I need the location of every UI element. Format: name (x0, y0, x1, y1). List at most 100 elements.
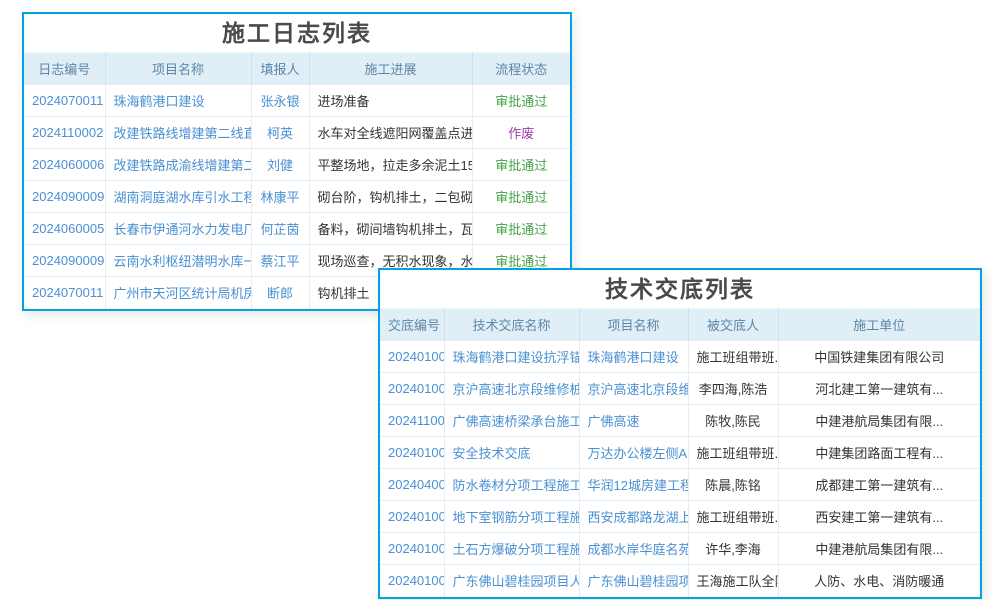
disclosure-name-link[interactable]: 广东佛山碧桂园项目人防... (444, 565, 579, 597)
receivers-text: 许华,李海 (688, 533, 778, 565)
column-header-disclosure-id: 交底编号 (380, 309, 444, 341)
project-name-link[interactable]: 西安成都路龙湖上... (579, 501, 688, 533)
progress-text: 进场准备 (309, 85, 472, 117)
disclosure-name-link[interactable]: 土石方爆破分项工程施工... (444, 533, 579, 565)
project-name-link[interactable]: 改建铁路线增建第二线直... (105, 117, 251, 149)
project-name-link[interactable]: 珠海鹤港口建设 (105, 85, 251, 117)
construction-unit-text: 西安建工第一建筑有... (778, 501, 980, 533)
reporter-link[interactable]: 何芷茵 (251, 213, 309, 245)
receivers-text: 施工班组带班... (688, 437, 778, 469)
table-row: 2024060005长春市伊通河水力发电厂...何芷茵备料，砌间墙钩机排土，瓦.… (24, 213, 570, 245)
progress-text: 砌台阶，钩机排土，二包砌... (309, 181, 472, 213)
table-row: 2024060006改建铁路成渝线增建第二...刘健平整场地，拉走多余泥土15.… (24, 149, 570, 181)
project-name-link[interactable]: 广东佛山碧桂园项目 (579, 565, 688, 597)
reporter-link[interactable]: 柯英 (251, 117, 309, 149)
log-id-link[interactable]: 2024090009 (24, 181, 105, 213)
technical-disclosure-panel: 技术交底列表 交底编号 技术交底名称 项目名称 被交底人 施工单位 202401… (378, 268, 982, 599)
progress-text: 水车对全线遮阳网覆盖点进... (309, 117, 472, 149)
project-name-link[interactable]: 湖南洞庭湖水库引水工程... (105, 181, 251, 213)
construction-unit-text: 中建港航局集团有限... (778, 533, 980, 565)
project-name-link[interactable]: 长春市伊通河水力发电厂... (105, 213, 251, 245)
log-id-link[interactable]: 2024070011 (24, 85, 105, 117)
technical-disclosure-table: 交底编号 技术交底名称 项目名称 被交底人 施工单位 2024010003珠海鹤… (380, 308, 980, 597)
technical-disclosure-title: 技术交底列表 (380, 270, 980, 308)
column-header-progress: 施工进展 (309, 53, 472, 85)
log-id-link[interactable]: 2024090009 (24, 245, 105, 277)
flow-status-badge: 作废 (472, 117, 570, 149)
project-name-link[interactable]: 广州市天河区统计局机房... (105, 277, 251, 309)
page-background: 施工日志列表 日志编号 项目名称 填报人 施工进展 流程状态 202407001… (0, 0, 1000, 600)
disclosure-name-link[interactable]: 防水卷材分项工程施工技... (444, 469, 579, 501)
column-header-project-name: 项目名称 (579, 309, 688, 341)
flow-status-badge: 审批通过 (472, 85, 570, 117)
table-row: 2024090009湖南洞庭湖水库引水工程...林康平砌台阶，钩机排土，二包砌.… (24, 181, 570, 213)
column-header-reporter: 填报人 (251, 53, 309, 85)
project-name-link[interactable]: 京沪高速北京段维修 (579, 373, 688, 405)
table-row: 2024010003珠海鹤港口建设抗浮锚杆...珠海鹤港口建设施工班组带班...… (380, 341, 980, 373)
project-name-link[interactable]: 成都水岸华庭名苑... (579, 533, 688, 565)
log-id-link[interactable]: 2024060006 (24, 149, 105, 181)
project-name-link[interactable]: 珠海鹤港口建设 (579, 341, 688, 373)
flow-status-badge: 审批通过 (472, 213, 570, 245)
table-row: 2024070011珠海鹤港口建设张永银进场准备审批通过 (24, 85, 570, 117)
disclosure-name-link[interactable]: 广佛高速桥梁承台施工技... (444, 405, 579, 437)
disclosure-id-link[interactable]: 2024110001 (380, 405, 444, 437)
disclosure-id-link[interactable]: 2024010003 (380, 341, 444, 373)
disclosure-id-link[interactable]: 2024010002 (380, 501, 444, 533)
receivers-text: 王海施工队全队 (688, 565, 778, 597)
receivers-text: 施工班组带班... (688, 341, 778, 373)
flow-status-badge: 审批通过 (472, 149, 570, 181)
flow-status-badge: 审批通过 (472, 181, 570, 213)
receivers-text: 施工班组带班... (688, 501, 778, 533)
construction-unit-text: 中国铁建集团有限公司 (778, 341, 980, 373)
column-header-disclosure-name: 技术交底名称 (444, 309, 579, 341)
column-header-flow-status: 流程状态 (472, 53, 570, 85)
log-id-link[interactable]: 2024110002 (24, 117, 105, 149)
receivers-text: 陈晨,陈铭 (688, 469, 778, 501)
column-header-receivers: 被交底人 (688, 309, 778, 341)
reporter-link[interactable]: 张永银 (251, 85, 309, 117)
disclosure-id-link[interactable]: 2024010003 (380, 437, 444, 469)
disclosure-id-link[interactable]: 2024010001 (380, 565, 444, 597)
column-header-log-id: 日志编号 (24, 53, 105, 85)
log-id-link[interactable]: 2024060005 (24, 213, 105, 245)
technical-disclosure-header-row: 交底编号 技术交底名称 项目名称 被交底人 施工单位 (380, 309, 980, 341)
table-row: 2024010004京沪高速北京段维修桩帽...京沪高速北京段维修李四海,陈浩河… (380, 373, 980, 405)
disclosure-id-link[interactable]: 2024010004 (380, 373, 444, 405)
project-name-link[interactable]: 万达办公楼左侧A... (579, 437, 688, 469)
construction-unit-text: 成都建工第一建筑有... (778, 469, 980, 501)
table-row: 2024010002土石方爆破分项工程施工...成都水岸华庭名苑...许华,李海… (380, 533, 980, 565)
reporter-link[interactable]: 林康平 (251, 181, 309, 213)
table-row: 2024010001广东佛山碧桂园项目人防...广东佛山碧桂园项目王海施工队全队… (380, 565, 980, 597)
table-row: 2024010002地下室钢筋分项工程施工...西安成都路龙湖上...施工班组带… (380, 501, 980, 533)
progress-text: 备料，砌间墙钩机排土，瓦... (309, 213, 472, 245)
disclosure-name-link[interactable]: 京沪高速北京段维修桩帽... (444, 373, 579, 405)
construction-log-title: 施工日志列表 (24, 14, 570, 52)
project-name-link[interactable]: 广佛高速 (579, 405, 688, 437)
construction-log-header-row: 日志编号 项目名称 填报人 施工进展 流程状态 (24, 53, 570, 85)
table-row: 2024110002改建铁路线增建第二线直...柯英水车对全线遮阳网覆盖点进..… (24, 117, 570, 149)
reporter-link[interactable]: 刘健 (251, 149, 309, 181)
disclosure-name-link[interactable]: 安全技术交底 (444, 437, 579, 469)
disclosure-name-link[interactable]: 地下室钢筋分项工程施工... (444, 501, 579, 533)
disclosure-name-link[interactable]: 珠海鹤港口建设抗浮锚杆... (444, 341, 579, 373)
construction-unit-text: 人防、水电、消防暖通 (778, 565, 980, 597)
disclosure-id-link[interactable]: 2024040001 (380, 469, 444, 501)
column-header-unit: 施工单位 (778, 309, 980, 341)
progress-text: 平整场地，拉走多余泥土15... (309, 149, 472, 181)
reporter-link[interactable]: 蔡江平 (251, 245, 309, 277)
construction-unit-text: 中建港航局集团有限... (778, 405, 980, 437)
construction-log-panel: 施工日志列表 日志编号 项目名称 填报人 施工进展 流程状态 202407001… (22, 12, 572, 311)
column-header-project-name: 项目名称 (105, 53, 251, 85)
project-name-link[interactable]: 改建铁路成渝线增建第二... (105, 149, 251, 181)
table-row: 2024110001广佛高速桥梁承台施工技...广佛高速陈牧,陈民中建港航局集团… (380, 405, 980, 437)
disclosure-id-link[interactable]: 2024010002 (380, 533, 444, 565)
receivers-text: 陈牧,陈民 (688, 405, 778, 437)
reporter-link[interactable]: 断郎 (251, 277, 309, 309)
table-row: 2024010003安全技术交底万达办公楼左侧A...施工班组带班...中建集团… (380, 437, 980, 469)
log-id-link[interactable]: 2024070011 (24, 277, 105, 309)
receivers-text: 李四海,陈浩 (688, 373, 778, 405)
construction-unit-text: 中建集团路面工程有... (778, 437, 980, 469)
project-name-link[interactable]: 云南水利枢纽潜明水库一... (105, 245, 251, 277)
project-name-link[interactable]: 华润12城房建工程... (579, 469, 688, 501)
